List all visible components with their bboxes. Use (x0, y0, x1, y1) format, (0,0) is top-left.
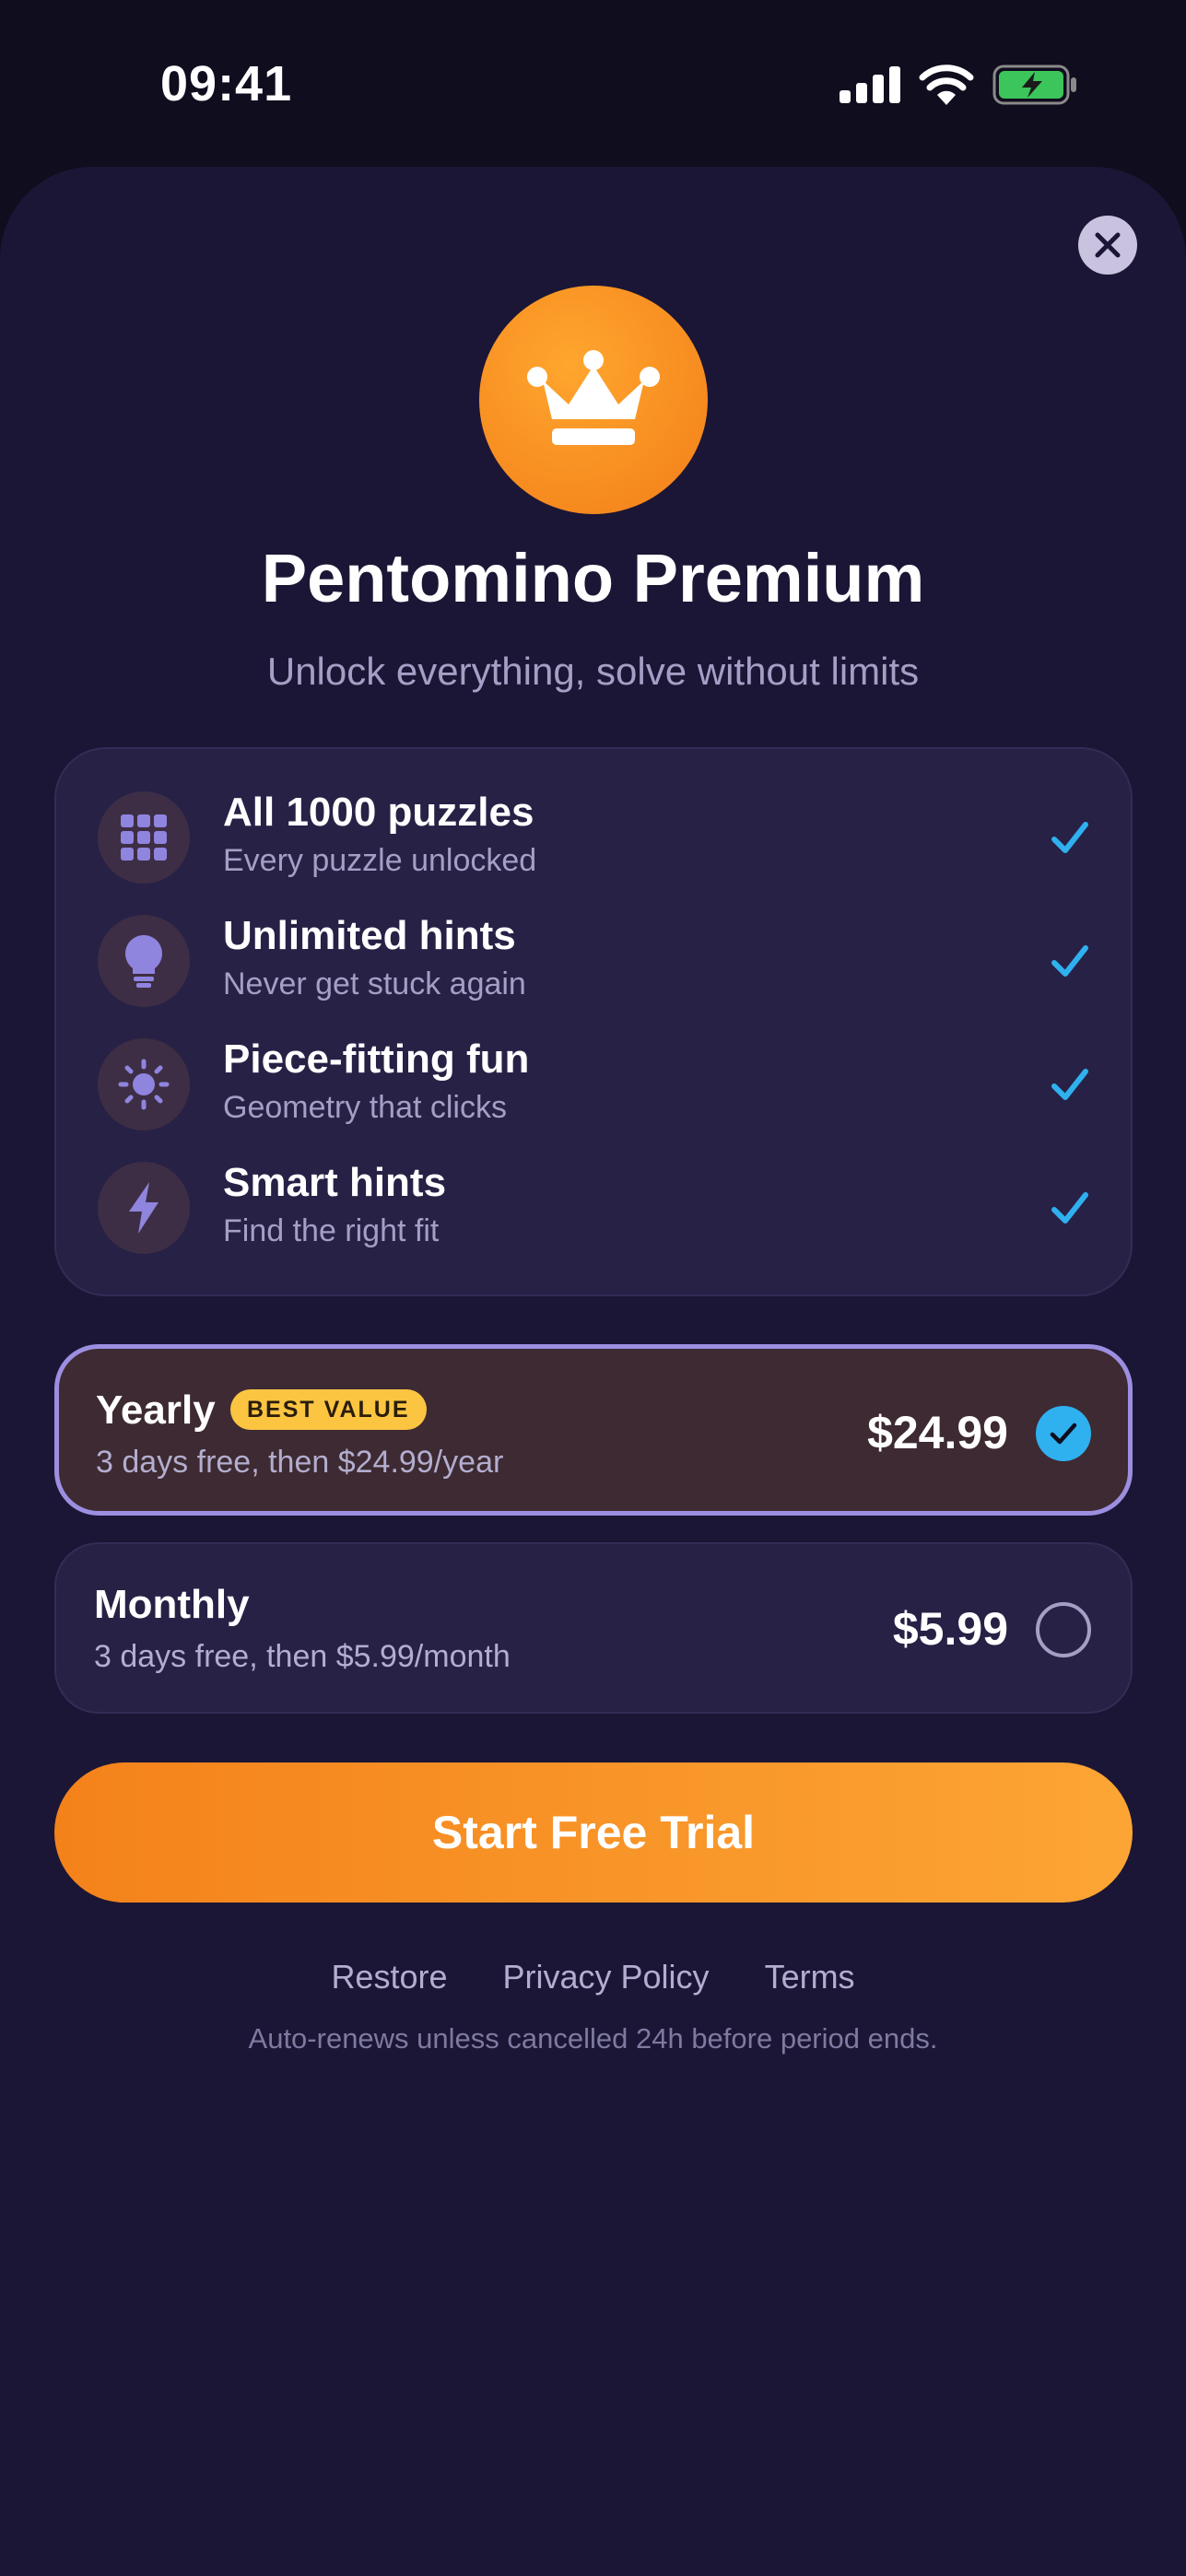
restore-link[interactable]: Restore (331, 1958, 447, 1996)
sun-icon (118, 1059, 170, 1110)
crown-icon (527, 350, 660, 445)
plan-description: 3 days free, then $24.99/year (96, 1445, 504, 1480)
renewal-note: Auto-renews unless cancelled 24h before … (248, 2022, 938, 2055)
footer-links: Restore Privacy Policy Terms (0, 1958, 1186, 1996)
feature-title: Piece-fitting fun (223, 1036, 530, 1082)
feature-subtitle: Geometry that clicks (223, 1090, 507, 1125)
status-icons (840, 64, 1077, 105)
feature-icon-wrapper (98, 915, 190, 1007)
page-subtitle: Unlock everything, solve without limits (266, 650, 920, 693)
paywall-screen: 09:41 Pentomino Premium Unlock everythin… (0, 0, 1186, 2576)
privacy-policy-link[interactable]: Privacy Policy (503, 1958, 710, 1996)
feature-row: Piece-fitting fun Geometry that clicks (98, 1036, 1093, 1132)
check-icon (1051, 945, 1088, 977)
close-icon (1095, 232, 1121, 258)
plan-price: $24.99 (867, 1407, 1008, 1458)
features-card: All 1000 puzzles Every puzzle unlocked U… (54, 747, 1133, 1296)
status-bar: 09:41 (0, 0, 1186, 166)
status-time: 09:41 (160, 56, 293, 111)
battery-charging-icon (992, 64, 1076, 105)
grid-icon (121, 814, 167, 861)
feature-row: Unlimited hints Never get stuck again (98, 913, 1093, 1009)
signal-icon (840, 66, 900, 103)
plan-name: Yearly (96, 1388, 216, 1433)
feature-subtitle: Every puzzle unlocked (223, 843, 537, 878)
lightning-icon (129, 1182, 159, 1234)
plan-name: Monthly (94, 1582, 250, 1627)
plan-radio-unselected[interactable] (1036, 1602, 1091, 1657)
crown-badge (479, 286, 708, 514)
plan-price: $5.99 (892, 1603, 1008, 1655)
page-title: Pentomino Premium (261, 540, 925, 616)
lightbulb-icon (125, 935, 162, 988)
check-icon (1051, 1192, 1088, 1224)
plan-radio-selected[interactable] (1036, 1406, 1091, 1461)
feature-icon-wrapper (98, 1038, 190, 1130)
close-button[interactable] (1078, 216, 1137, 275)
start-free-trial-button[interactable]: Start Free Trial (54, 1762, 1133, 1903)
feature-subtitle: Never get stuck again (223, 966, 526, 1001)
feature-row: Smart hints Find the right fit (98, 1160, 1093, 1256)
plan-option-monthly[interactable]: Monthly 3 days free, then $5.99/month $5… (54, 1542, 1133, 1714)
check-icon (1051, 822, 1088, 853)
feature-title: Smart hints (223, 1160, 447, 1205)
feature-row: All 1000 puzzles Every puzzle unlocked (98, 790, 1093, 885)
feature-title: All 1000 puzzles (223, 790, 534, 835)
checkmark-icon (1050, 1423, 1077, 1445)
feature-subtitle: Find the right fit (223, 1213, 440, 1248)
plan-description: 3 days free, then $5.99/month (94, 1639, 511, 1674)
terms-link[interactable]: Terms (765, 1958, 855, 1996)
feature-icon-wrapper (98, 791, 190, 884)
best-value-badge: BEST VALUE (230, 1389, 427, 1430)
wifi-icon (919, 64, 974, 105)
feature-icon-wrapper (98, 1162, 190, 1254)
plan-option-yearly[interactable]: Yearly BEST VALUE 3 days free, then $24.… (54, 1344, 1133, 1516)
feature-title: Unlimited hints (223, 913, 516, 958)
check-icon (1051, 1069, 1088, 1100)
